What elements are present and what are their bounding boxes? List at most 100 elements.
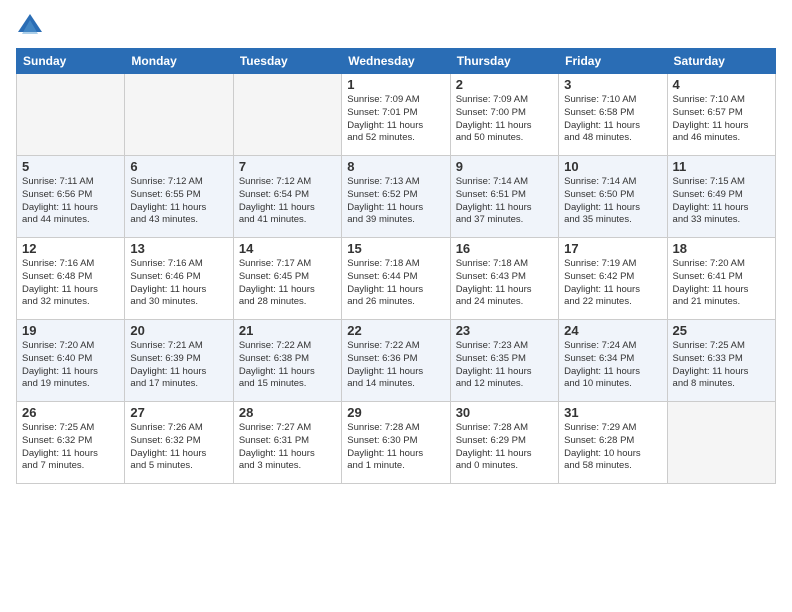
- week-row-5: 26 Sunrise: 7:25 AM Sunset: 6:32 PM Dayli…: [17, 402, 776, 484]
- day-number: 8: [347, 159, 444, 174]
- day-info: Sunrise: 7:12 AM Sunset: 6:55 PM Dayligh…: [130, 176, 227, 227]
- day-number: 22: [347, 323, 444, 338]
- day-info: Sunrise: 7:14 AM Sunset: 6:51 PM Dayligh…: [456, 176, 553, 227]
- calendar-cell: 10 Sunrise: 7:14 AM Sunset: 6:50 PM Dayli…: [559, 156, 667, 238]
- calendar-cell: 2 Sunrise: 7:09 AM Sunset: 7:00 PM Daylig…: [450, 74, 558, 156]
- day-number: 9: [456, 159, 553, 174]
- day-number: 11: [673, 159, 770, 174]
- calendar-cell: 14Sunrise: 7:17 AM Sunset: 6:45 PM Dayli…: [233, 238, 341, 320]
- day-number: 12: [22, 241, 119, 256]
- calendar-cell: 26 Sunrise: 7:25 AM Sunset: 6:32 PM Dayli…: [17, 402, 125, 484]
- calendar-cell: 22 Sunrise: 7:22 AM Sunset: 6:36 PM Dayli…: [342, 320, 450, 402]
- day-info: Sunrise: 7:20 AM Sunset: 6:41 PM Dayligh…: [673, 258, 770, 309]
- day-info: Sunrise: 7:22 AM Sunset: 6:36 PM Dayligh…: [347, 340, 444, 391]
- day-info: Sunrise: 7:15 AM Sunset: 6:49 PM Dayligh…: [673, 176, 770, 227]
- week-row-2: 5 Sunrise: 7:11 AM Sunset: 6:56 PM Daylig…: [17, 156, 776, 238]
- calendar-cell: 1 Sunrise: 7:09 AM Sunset: 7:01 PM Daylig…: [342, 74, 450, 156]
- day-number: 3: [564, 77, 661, 92]
- calendar-cell: 9 Sunrise: 7:14 AM Sunset: 6:51 PM Daylig…: [450, 156, 558, 238]
- day-number: 23: [456, 323, 553, 338]
- header: [16, 12, 776, 40]
- day-number: 31: [564, 405, 661, 420]
- header-sunday: Sunday: [17, 49, 125, 74]
- day-info: Sunrise: 7:23 AM Sunset: 6:35 PM Dayligh…: [456, 340, 553, 391]
- calendar-cell: 20 Sunrise: 7:21 AM Sunset: 6:39 PM Dayli…: [125, 320, 233, 402]
- day-number: 29: [347, 405, 444, 420]
- day-info: Sunrise: 7:18 AM Sunset: 6:44 PM Dayligh…: [347, 258, 444, 309]
- calendar-cell: 3 Sunrise: 7:10 AM Sunset: 6:58 PM Daylig…: [559, 74, 667, 156]
- calendar-cell: 28 Sunrise: 7:27 AM Sunset: 6:31 PM Dayli…: [233, 402, 341, 484]
- day-info: Sunrise: 7:10 AM Sunset: 6:57 PM Dayligh…: [673, 94, 770, 145]
- day-info: Sunrise: 7:16 AM Sunset: 6:46 PM Dayligh…: [130, 258, 227, 309]
- calendar-cell: 4 Sunrise: 7:10 AM Sunset: 6:57 PM Daylig…: [667, 74, 775, 156]
- day-number: 6: [130, 159, 227, 174]
- day-info: Sunrise: 7:25 AM Sunset: 6:33 PM Dayligh…: [673, 340, 770, 391]
- calendar-cell: 12 Sunrise: 7:16 AM Sunset: 6:48 PM Dayli…: [17, 238, 125, 320]
- day-info: Sunrise: 7:27 AM Sunset: 6:31 PM Dayligh…: [239, 422, 336, 473]
- calendar-cell: 15 Sunrise: 7:18 AM Sunset: 6:44 PM Dayli…: [342, 238, 450, 320]
- calendar-cell: 27 Sunrise: 7:26 AM Sunset: 6:32 PM Dayli…: [125, 402, 233, 484]
- logo-icon: [16, 12, 44, 40]
- calendar-page: Sunday Monday Tuesday Wednesday Thursday…: [0, 0, 792, 612]
- day-number: 4: [673, 77, 770, 92]
- calendar-table: Sunday Monday Tuesday Wednesday Thursday…: [16, 48, 776, 484]
- header-friday: Friday: [559, 49, 667, 74]
- day-number: 28: [239, 405, 336, 420]
- day-number: 1: [347, 77, 444, 92]
- day-info: Sunrise: 7:09 AM Sunset: 7:01 PM Dayligh…: [347, 94, 444, 145]
- calendar-cell: 8 Sunrise: 7:13 AM Sunset: 6:52 PM Daylig…: [342, 156, 450, 238]
- day-number: 27: [130, 405, 227, 420]
- week-row-4: 19 Sunrise: 7:20 AM Sunset: 6:40 PM Dayli…: [17, 320, 776, 402]
- day-info: Sunrise: 7:18 AM Sunset: 6:43 PM Dayligh…: [456, 258, 553, 309]
- day-number: 18: [673, 241, 770, 256]
- day-number: 20: [130, 323, 227, 338]
- day-info: Sunrise: 7:25 AM Sunset: 6:32 PM Dayligh…: [22, 422, 119, 473]
- day-info: Sunrise: 7:14 AM Sunset: 6:50 PM Dayligh…: [564, 176, 661, 227]
- logo: [16, 12, 48, 40]
- day-number: 10: [564, 159, 661, 174]
- calendar-body: 1 Sunrise: 7:09 AM Sunset: 7:01 PM Daylig…: [17, 74, 776, 484]
- calendar-cell: 18 Sunrise: 7:20 AM Sunset: 6:41 PM Dayli…: [667, 238, 775, 320]
- day-info: Sunrise: 7:29 AM Sunset: 6:28 PM Dayligh…: [564, 422, 661, 473]
- day-number: 24: [564, 323, 661, 338]
- calendar-cell: [233, 74, 341, 156]
- day-number: 25: [673, 323, 770, 338]
- day-info: Sunrise: 7:10 AM Sunset: 6:58 PM Dayligh…: [564, 94, 661, 145]
- calendar-cell: 31 Sunrise: 7:29 AM Sunset: 6:28 PM Dayli…: [559, 402, 667, 484]
- day-number: 19: [22, 323, 119, 338]
- header-tuesday: Tuesday: [233, 49, 341, 74]
- header-monday: Monday: [125, 49, 233, 74]
- day-number: 2: [456, 77, 553, 92]
- calendar-cell: 6 Sunrise: 7:12 AM Sunset: 6:55 PM Daylig…: [125, 156, 233, 238]
- calendar-cell: 13 Sunrise: 7:16 AM Sunset: 6:46 PM Dayli…: [125, 238, 233, 320]
- day-info: Sunrise: 7:21 AM Sunset: 6:39 PM Dayligh…: [130, 340, 227, 391]
- header-wednesday: Wednesday: [342, 49, 450, 74]
- calendar-cell: 5 Sunrise: 7:11 AM Sunset: 6:56 PM Daylig…: [17, 156, 125, 238]
- day-info: Sunrise: 7:11 AM Sunset: 6:56 PM Dayligh…: [22, 176, 119, 227]
- day-number: 16: [456, 241, 553, 256]
- day-info: Sunrise: 7:13 AM Sunset: 6:52 PM Dayligh…: [347, 176, 444, 227]
- header-thursday: Thursday: [450, 49, 558, 74]
- calendar-cell: 17Sunrise: 7:19 AM Sunset: 6:42 PM Dayli…: [559, 238, 667, 320]
- day-number: 15: [347, 241, 444, 256]
- calendar-cell: 7Sunrise: 7:12 AM Sunset: 6:54 PM Daylig…: [233, 156, 341, 238]
- day-number: 30: [456, 405, 553, 420]
- calendar-cell: [125, 74, 233, 156]
- day-info: Sunrise: 7:16 AM Sunset: 6:48 PM Dayligh…: [22, 258, 119, 309]
- day-info: Sunrise: 7:22 AM Sunset: 6:38 PM Dayligh…: [239, 340, 336, 391]
- calendar-cell: [17, 74, 125, 156]
- day-info: Sunrise: 7:09 AM Sunset: 7:00 PM Dayligh…: [456, 94, 553, 145]
- day-info: Sunrise: 7:20 AM Sunset: 6:40 PM Dayligh…: [22, 340, 119, 391]
- weekday-header-row: Sunday Monday Tuesday Wednesday Thursday…: [17, 49, 776, 74]
- calendar-cell: 19 Sunrise: 7:20 AM Sunset: 6:40 PM Dayli…: [17, 320, 125, 402]
- day-number: 5: [22, 159, 119, 174]
- calendar-cell: 23 Sunrise: 7:23 AM Sunset: 6:35 PM Dayli…: [450, 320, 558, 402]
- day-info: Sunrise: 7:28 AM Sunset: 6:30 PM Dayligh…: [347, 422, 444, 473]
- calendar-cell: [667, 402, 775, 484]
- day-number: 21: [239, 323, 336, 338]
- day-number: 13: [130, 241, 227, 256]
- day-info: Sunrise: 7:26 AM Sunset: 6:32 PM Dayligh…: [130, 422, 227, 473]
- day-number: 26: [22, 405, 119, 420]
- calendar-cell: 11 Sunrise: 7:15 AM Sunset: 6:49 PM Dayli…: [667, 156, 775, 238]
- calendar-cell: 21 Sunrise: 7:22 AM Sunset: 6:38 PM Dayli…: [233, 320, 341, 402]
